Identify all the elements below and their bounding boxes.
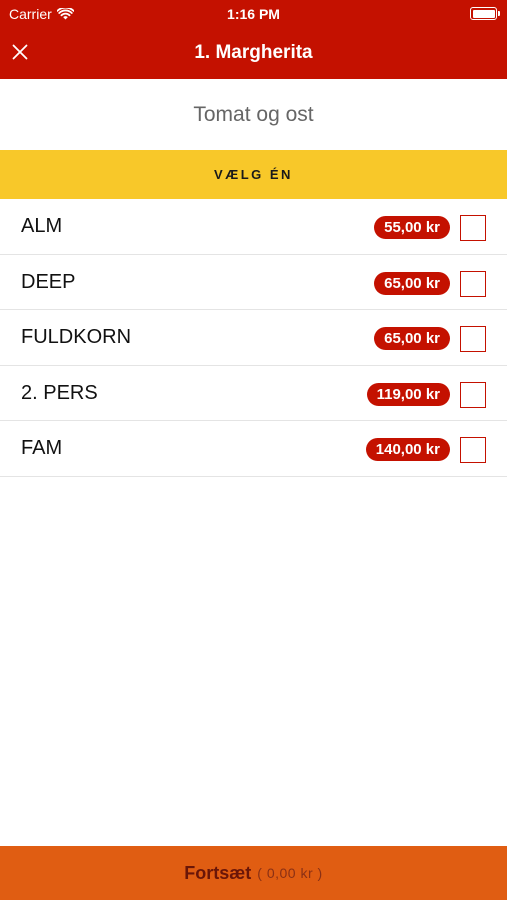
- option-checkbox[interactable]: [460, 326, 486, 352]
- option-checkbox[interactable]: [460, 381, 486, 408]
- battery-icon: [470, 7, 500, 20]
- continue-button-label: Fortsæt: [184, 862, 252, 883]
- close-button[interactable]: [6, 38, 34, 66]
- section-header: VÆLG ÉN: [0, 150, 507, 199]
- option-label: FAM: [21, 437, 63, 459]
- page-title: 1. Margherita: [194, 42, 313, 63]
- option-row-fam[interactable]: FAM 140,00 kr: [0, 421, 507, 477]
- option-label: DEEP: [21, 270, 76, 293]
- status-bar: Carrier 1:16 PM: [0, 0, 507, 28]
- option-label: FULDKORN: [21, 326, 132, 348]
- navigation-bar: 1. Margherita: [0, 28, 507, 79]
- option-row-fuldkorn[interactable]: FULDKORN 65,00 kr: [0, 310, 507, 366]
- price-badge: 65,00 kr: [374, 271, 450, 295]
- close-icon: [12, 44, 28, 60]
- price-badge: 119,00 kr: [366, 382, 450, 406]
- continue-button[interactable]: Fortsæt ( 0,00 kr ): [0, 846, 507, 900]
- option-checkbox[interactable]: [460, 270, 486, 297]
- price-badge: 65,00 kr: [374, 327, 450, 350]
- product-description: Tomat og ost: [193, 102, 314, 126]
- option-label: ALM: [21, 215, 63, 237]
- status-time: 1:16 PM: [227, 6, 280, 22]
- option-row-alm[interactable]: ALM 55,00 kr: [0, 199, 507, 255]
- option-row-deep[interactable]: DEEP 65,00 kr: [0, 255, 507, 310]
- option-list: ALM 55,00 kr DEEP 65,00 kr FULDKORN 65,0…: [0, 199, 507, 477]
- option-row-2-pers[interactable]: 2. PERS 119,00 kr: [0, 366, 507, 421]
- top-bar: Carrier 1:16 PM 1. Margherita: [0, 0, 507, 79]
- option-checkbox[interactable]: [460, 215, 486, 241]
- order-total: ( 0,00 kr ): [257, 865, 323, 881]
- price-badge: 55,00 kr: [374, 216, 450, 239]
- option-checkbox[interactable]: [460, 437, 486, 463]
- price-badge: 140,00 kr: [365, 438, 450, 461]
- option-label: 2. PERS: [21, 381, 98, 404]
